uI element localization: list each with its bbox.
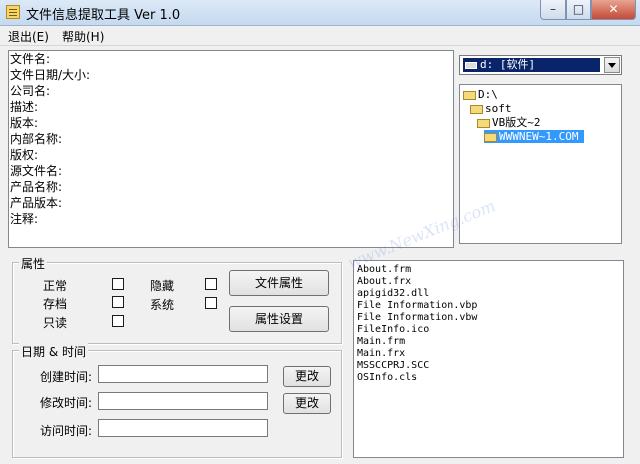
- readonly-label: 只读: [43, 316, 68, 330]
- tree-item-root[interactable]: D:\: [463, 88, 498, 101]
- info-comments-label: 注释:: [10, 212, 39, 226]
- menu-exit[interactable]: 退出(E): [8, 28, 49, 45]
- info-product-version-label: 产品版本:: [10, 196, 63, 210]
- menu-bar: 退出(E) 帮助(H): [0, 26, 640, 46]
- list-item[interactable]: Main.frm: [357, 336, 405, 348]
- info-original-filename-label: 源文件名:: [10, 164, 63, 178]
- created-time-label: 创建时间:: [40, 370, 93, 384]
- list-item[interactable]: apigid32.dll: [357, 288, 429, 300]
- info-internal-name-label: 内部名称:: [10, 132, 63, 146]
- list-item[interactable]: About.frm: [357, 264, 411, 276]
- list-item[interactable]: Main.frx: [357, 348, 405, 360]
- drive-select[interactable]: d: [软件]: [459, 55, 622, 75]
- info-filedate-label: 文件日期/大小:: [10, 68, 91, 82]
- file-attributes-button[interactable]: 文件属性: [229, 270, 329, 296]
- info-company-label: 公司名:: [10, 84, 51, 98]
- archive-checkbox[interactable]: [112, 296, 124, 308]
- window-title: 文件信息提取工具 Ver 1.0: [26, 8, 181, 23]
- accessed-time-label: 访问时间:: [40, 424, 93, 438]
- minimize-button[interactable]: –: [540, 0, 566, 20]
- folder-open-icon: [484, 132, 497, 142]
- folder-open-icon: [477, 118, 490, 128]
- system-checkbox[interactable]: [205, 297, 217, 309]
- tree-item-soft[interactable]: soft: [470, 102, 512, 115]
- title-bar: 文件信息提取工具 Ver 1.0 – □ ✕: [0, 0, 640, 26]
- list-item[interactable]: About.frx: [357, 276, 411, 288]
- file-info-panel[interactable]: 文件名: 文件日期/大小: 公司名: 描述: 版本: 内部名称: 版权: 源文件…: [8, 50, 454, 248]
- menu-help[interactable]: 帮助(H): [62, 28, 104, 45]
- readonly-checkbox[interactable]: [112, 315, 124, 327]
- tree-item-vb[interactable]: VB版文~2: [477, 116, 541, 129]
- hidden-label: 隐藏: [150, 279, 175, 293]
- tree-item-selected[interactable]: WWWNEW~1.COM: [484, 130, 585, 143]
- accessed-time-input[interactable]: [98, 419, 268, 437]
- chevron-down-icon[interactable]: [604, 57, 620, 73]
- folder-open-icon: [470, 104, 483, 114]
- info-version-label: 版本:: [10, 116, 39, 130]
- folder-open-icon: [463, 90, 476, 100]
- list-item[interactable]: OSInfo.cls: [357, 372, 417, 384]
- list-item[interactable]: File Information.vbw: [357, 312, 477, 324]
- change-created-button[interactable]: 更改: [283, 366, 331, 387]
- normal-checkbox[interactable]: [112, 278, 124, 290]
- attribute-settings-button[interactable]: 属性设置: [229, 306, 329, 332]
- drive-selected-value: d: [软件]: [463, 58, 600, 72]
- change-modified-button[interactable]: 更改: [283, 393, 331, 414]
- hidden-checkbox[interactable]: [205, 278, 217, 290]
- list-item[interactable]: MSSCCPRJ.SCC: [357, 360, 429, 372]
- info-copyright-label: 版权:: [10, 148, 39, 162]
- directory-tree[interactable]: D:\ soft VB版文~2 WWWNEW~1.COM: [459, 84, 622, 244]
- list-item[interactable]: FileInfo.ico: [357, 324, 429, 336]
- close-button[interactable]: ✕: [591, 0, 636, 20]
- app-notepad-icon: [6, 5, 20, 19]
- archive-label: 存档: [43, 297, 68, 311]
- drive-icon: [465, 61, 477, 69]
- attributes-group-title: 属性: [19, 255, 48, 272]
- modified-time-label: 修改时间:: [40, 396, 93, 410]
- file-list[interactable]: About.frm About.frx apigid32.dll File In…: [353, 260, 624, 458]
- modified-time-input[interactable]: [98, 392, 268, 410]
- created-time-input[interactable]: [98, 365, 268, 383]
- maximize-button[interactable]: □: [566, 0, 591, 20]
- info-filename-label: 文件名:: [10, 52, 51, 66]
- normal-label: 正常: [43, 279, 68, 293]
- drive-label: d: [软件]: [480, 58, 536, 71]
- info-description-label: 描述:: [10, 100, 39, 114]
- datetime-group: 日期 & 时间 创建时间: 更改 修改时间: 更改 访问时间:: [12, 343, 342, 458]
- attributes-group: 属性 正常 隐藏 存档 系统 只读 文件属性 属性设置: [12, 255, 342, 344]
- system-label: 系统: [150, 298, 175, 312]
- list-item[interactable]: File Information.vbp: [357, 300, 477, 312]
- datetime-group-title: 日期 & 时间: [19, 343, 88, 360]
- info-product-name-label: 产品名称:: [10, 180, 63, 194]
